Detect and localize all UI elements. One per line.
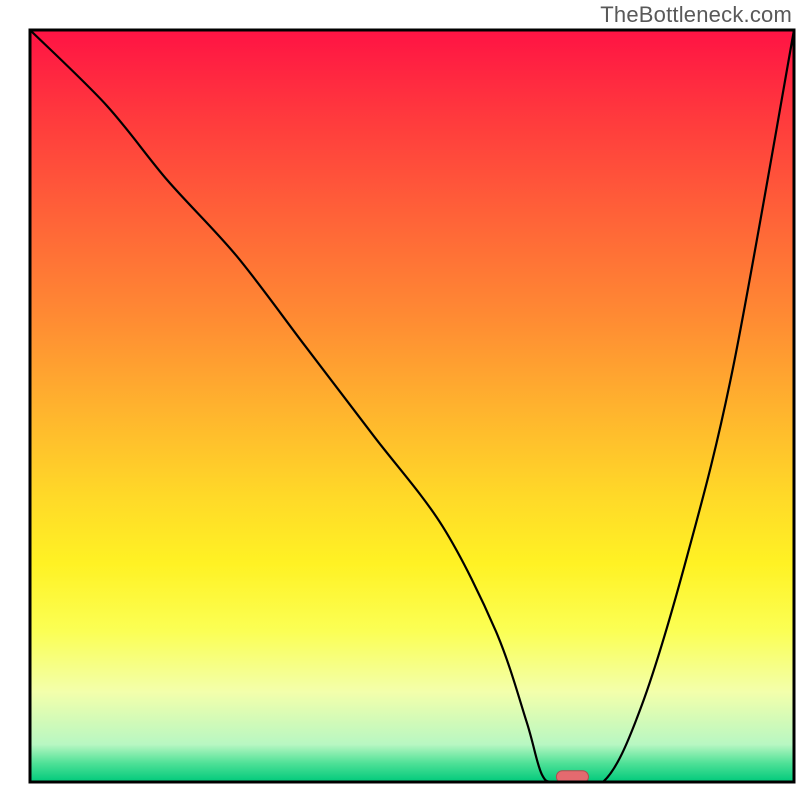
plot-area — [30, 30, 794, 788]
watermark-label: TheBottleneck.com — [600, 2, 792, 28]
chart-container: TheBottleneck.com — [0, 0, 800, 800]
gradient-background — [30, 30, 794, 782]
bottleneck-chart — [0, 0, 800, 800]
